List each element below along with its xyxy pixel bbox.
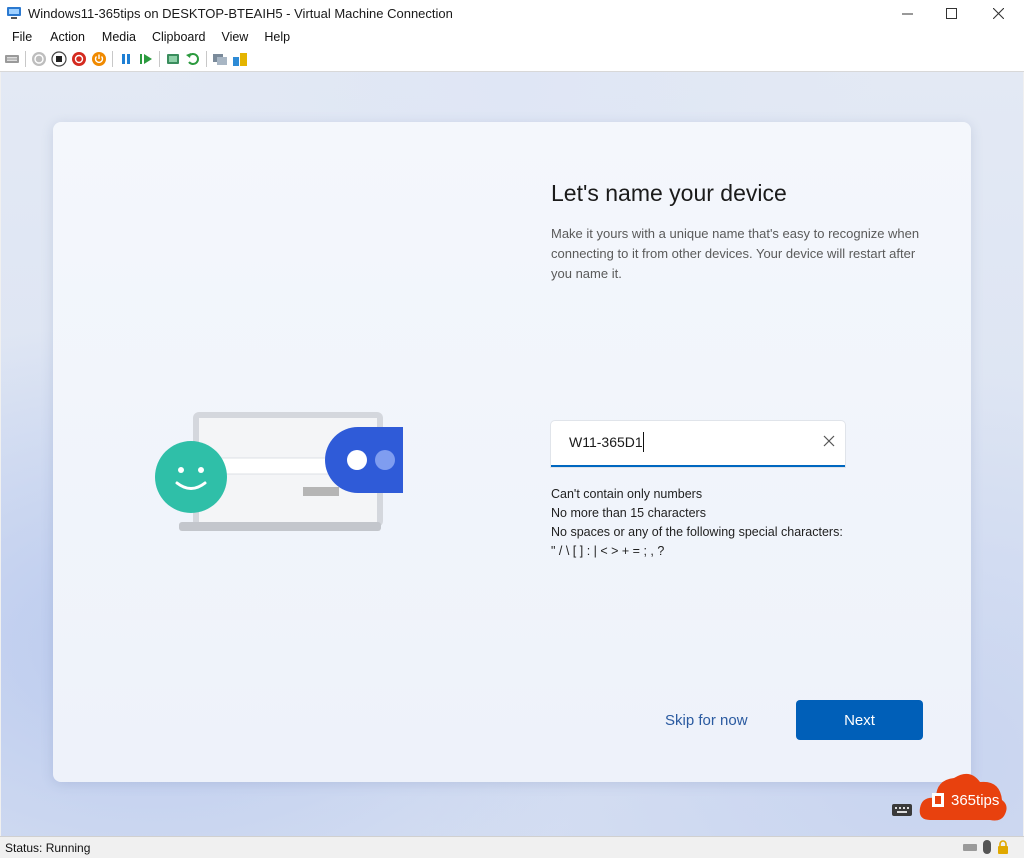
status-bar: Status: Running bbox=[0, 836, 1024, 858]
rule-item: Can't contain only numbers bbox=[551, 487, 703, 501]
menu-action[interactable]: Action bbox=[50, 30, 85, 44]
toolbar-separator bbox=[159, 51, 160, 67]
keyboard-capture-icon bbox=[963, 844, 977, 851]
toolbar-separator bbox=[206, 51, 207, 67]
page-description: Make it yours with a unique name that's … bbox=[551, 226, 920, 281]
mouse-icon bbox=[983, 840, 991, 854]
device-name-illustration bbox=[155, 412, 403, 531]
share-button[interactable] bbox=[232, 51, 248, 67]
rule-item: No more than 15 characters bbox=[551, 506, 706, 520]
pause-icon bbox=[122, 54, 130, 64]
menu-file[interactable]: File bbox=[12, 30, 32, 44]
toolbar-separator bbox=[112, 51, 113, 67]
rule-item: No spaces or any of the following specia… bbox=[551, 525, 843, 539]
oobe-card: Let's name your device Make it yours wit… bbox=[53, 122, 971, 782]
enhanced-session-icon bbox=[213, 54, 227, 65]
minimize-icon bbox=[901, 13, 913, 14]
lock-icon bbox=[998, 840, 1008, 854]
menu-view[interactable]: View bbox=[221, 30, 248, 44]
vm-connection-icon bbox=[7, 7, 21, 19]
device-name-value: W11-365D1 bbox=[569, 434, 643, 450]
checkpoint-button[interactable] bbox=[165, 51, 181, 67]
power-icon bbox=[92, 52, 106, 66]
device-name-input[interactable]: W11-365D1 bbox=[551, 421, 845, 467]
next-button[interactable]: Next bbox=[796, 700, 923, 740]
enhanced-session-button[interactable] bbox=[212, 51, 228, 67]
menu-clipboard[interactable]: Clipboard bbox=[152, 30, 206, 44]
vm-status: Status: Running bbox=[5, 840, 91, 855]
revert-button[interactable] bbox=[185, 51, 201, 67]
start-icon bbox=[32, 52, 46, 66]
keyboard-icon bbox=[5, 55, 19, 63]
menu-help[interactable]: Help bbox=[264, 30, 290, 44]
rule-item: " / \ [ ] : | < > + = ; , ? bbox=[551, 544, 665, 558]
shutdown-icon bbox=[72, 52, 86, 66]
vm-screen[interactable]: Let's name your device Make it yours wit… bbox=[1, 72, 1023, 836]
vm-toolbar bbox=[0, 47, 1024, 72]
pause-button[interactable] bbox=[118, 51, 134, 67]
stop-icon bbox=[51, 51, 67, 67]
text-caret bbox=[643, 432, 644, 452]
window-title: Windows11-365tips on DESKTOP-BTEAIH5 - V… bbox=[28, 5, 453, 21]
share-icon bbox=[233, 53, 247, 66]
close-button[interactable] bbox=[975, 0, 1021, 26]
save-state-button[interactable] bbox=[91, 51, 107, 67]
clear-icon[interactable] bbox=[821, 433, 837, 449]
page-title: Let's name your device bbox=[551, 180, 787, 206]
close-icon bbox=[992, 7, 1004, 19]
menu-bar: File Action Media Clipboard View Help bbox=[0, 26, 1024, 47]
resume-button[interactable] bbox=[138, 51, 154, 67]
skip-for-now-button[interactable]: Skip for now bbox=[665, 712, 785, 732]
menu-media[interactable]: Media bbox=[102, 30, 136, 44]
minimize-button[interactable] bbox=[884, 0, 930, 26]
revert-icon bbox=[186, 53, 199, 65]
maximize-icon bbox=[945, 7, 957, 19]
ctrl-alt-del-button[interactable] bbox=[4, 51, 20, 67]
play-icon bbox=[140, 54, 152, 64]
start-button[interactable] bbox=[31, 51, 47, 67]
maximize-button[interactable] bbox=[928, 0, 974, 26]
naming-rules: Can't contain only numbers No more than … bbox=[551, 485, 843, 561]
brand-text: 365tips bbox=[951, 792, 1000, 809]
keyboard-icon[interactable] bbox=[891, 802, 913, 818]
window-titlebar: Windows11-365tips on DESKTOP-BTEAIH5 - V… bbox=[0, 0, 1024, 26]
checkpoint-icon bbox=[167, 54, 179, 64]
shut-down-button[interactable] bbox=[71, 51, 87, 67]
toolbar-separator bbox=[25, 51, 26, 67]
turn-off-button[interactable] bbox=[51, 51, 67, 67]
